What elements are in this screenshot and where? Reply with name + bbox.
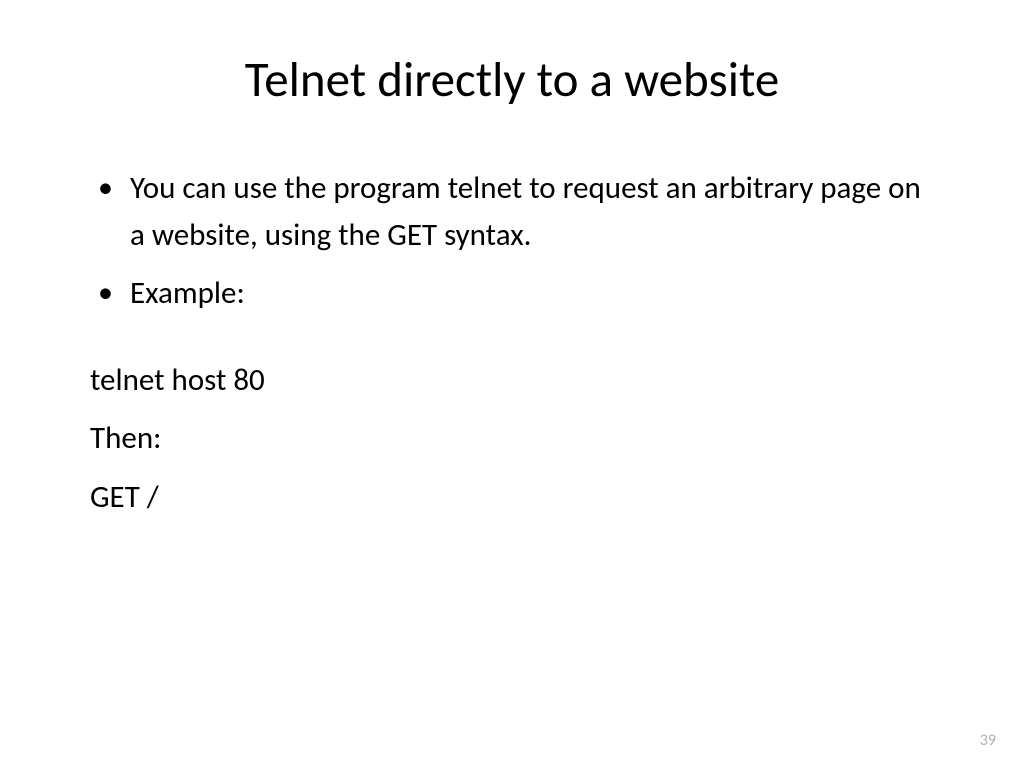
body-line: GET / — [90, 474, 934, 521]
page-number: 39 — [980, 731, 996, 750]
bullet-item: You can use the program telnet to reques… — [90, 165, 934, 258]
slide-title: Telnet directly to a website — [90, 50, 934, 110]
body-line: Then: — [90, 415, 934, 462]
slide-content: You can use the program telnet to reques… — [90, 165, 934, 520]
body-text: telnet host 80 Then: GET / — [90, 357, 934, 521]
body-line: telnet host 80 — [90, 357, 934, 404]
bullet-list: You can use the program telnet to reques… — [90, 165, 934, 317]
bullet-item: Example: — [90, 270, 934, 317]
slide-container: Telnet directly to a website You can use… — [0, 0, 1024, 768]
